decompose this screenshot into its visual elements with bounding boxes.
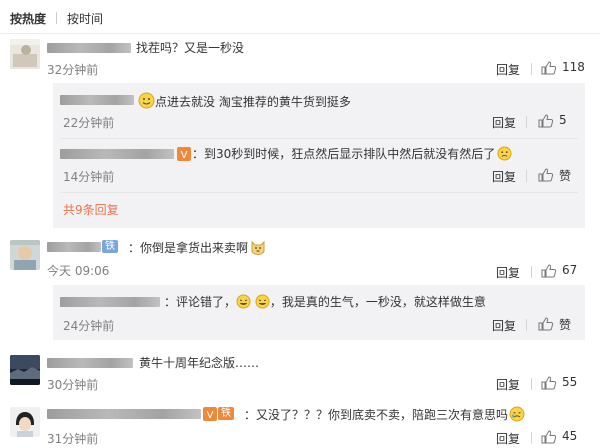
thumbs-up-icon	[538, 168, 554, 182]
like-count: 67	[562, 263, 578, 277]
comment-text: ：你倒是拿货出来卖啊	[128, 239, 266, 256]
smile-emoji-icon	[138, 92, 155, 109]
frown-emoji-icon	[497, 146, 512, 161]
laughing-emoji-icon	[236, 294, 251, 309]
like-button[interactable]: 5	[538, 113, 578, 129]
action-divider	[531, 266, 532, 278]
sort-bar: 按热度 按时间	[0, 0, 600, 34]
header-divider	[0, 33, 600, 34]
reply-text: 点进去就没 淘宝推荐的黄牛货到挺多	[138, 92, 351, 110]
comment-time: 30分钟前	[47, 378, 99, 392]
comment-time: 今天 09:06	[47, 264, 110, 278]
like-button[interactable]: 赞	[538, 167, 578, 183]
action-divider	[531, 432, 532, 444]
username-blurred[interactable]	[60, 95, 134, 105]
reply-divider	[60, 192, 578, 193]
username-blurred[interactable]	[47, 358, 133, 368]
username-blurred[interactable]	[60, 149, 174, 159]
fan-badge: 铁粉	[218, 407, 234, 432]
like-count: 5	[559, 113, 567, 127]
like-label: 赞	[559, 318, 572, 332]
avatar-image-icon	[10, 240, 40, 270]
comment-time: 31分钟前	[47, 432, 99, 446]
thumbs-up-icon	[541, 61, 557, 75]
comment-text: 黄牛十周年纪念版……	[139, 356, 260, 370]
fan-badge: 铁粉	[102, 240, 118, 265]
laughing-emoji-icon	[255, 294, 270, 309]
reply-time: 14分钟前	[63, 170, 115, 184]
thumbs-up-icon	[538, 114, 554, 128]
reply-text: ：评论错了， ，我是真的生气，一秒没，就这样做生意	[164, 294, 486, 309]
action-divider	[526, 170, 527, 182]
comment-text: 找茬吗？又是一秒没	[136, 41, 245, 55]
thumbs-up-icon	[538, 317, 554, 331]
crying-emoji-icon	[509, 406, 525, 422]
username-blurred[interactable]	[47, 43, 131, 53]
sort-divider	[56, 12, 57, 24]
username-blurred[interactable]	[47, 409, 201, 419]
reply-button[interactable]: 回复	[492, 168, 516, 185]
avatar[interactable]	[10, 407, 40, 437]
sort-by-time-tab[interactable]: 按时间	[67, 10, 103, 27]
reply-time: 22分钟前	[63, 116, 115, 130]
avatar-image-icon	[10, 407, 40, 437]
like-button[interactable]: 118	[541, 60, 586, 76]
thumbs-up-icon	[541, 264, 557, 278]
reply-button[interactable]: 回复	[492, 114, 516, 131]
like-count: 45	[562, 429, 578, 443]
member-badge-icon: V	[203, 407, 217, 424]
reply-button[interactable]: 回复	[496, 376, 520, 393]
reply-button[interactable]: 回复	[496, 264, 520, 281]
svg-text:V: V	[181, 150, 188, 161]
reply-divider	[60, 138, 578, 139]
like-button[interactable]: 55	[541, 375, 586, 391]
like-label: 赞	[559, 169, 572, 183]
reply-button[interactable]: 回复	[496, 430, 520, 447]
comment-time: 32分钟前	[47, 63, 99, 77]
avatar-image-icon	[10, 355, 40, 385]
avatar-image-icon	[10, 39, 40, 69]
reply-button[interactable]: 回复	[492, 317, 516, 334]
cat-emoji-icon	[251, 240, 265, 255]
thumbs-up-icon	[541, 430, 557, 444]
like-button[interactable]: 45	[541, 429, 586, 445]
like-count: 55	[562, 375, 578, 389]
member-badge-icon: V	[177, 147, 191, 164]
like-count: 118	[562, 60, 585, 74]
avatar[interactable]	[10, 39, 40, 69]
username-blurred[interactable]	[60, 297, 160, 307]
reply-time: 24分钟前	[63, 319, 115, 333]
svg-text:V: V	[207, 410, 214, 421]
thumbs-up-icon	[541, 376, 557, 390]
more-replies-link[interactable]: 共9条回复	[63, 201, 119, 218]
action-divider	[526, 319, 527, 331]
avatar[interactable]	[10, 355, 40, 385]
action-divider	[531, 63, 532, 75]
comment-text: ：又没了？？？你到底卖不卖，陪跑三次有意思吗	[244, 406, 525, 423]
avatar[interactable]	[10, 240, 40, 270]
like-button[interactable]: 赞	[538, 316, 578, 332]
reply-text: ：到30秒到时候，狂点然后显示排队中然后就没有然后了	[192, 146, 512, 162]
like-button[interactable]: 67	[541, 263, 586, 279]
username-blurred[interactable]	[47, 242, 101, 252]
action-divider	[526, 116, 527, 128]
reply-button[interactable]: 回复	[496, 61, 520, 78]
action-divider	[531, 378, 532, 390]
sort-by-hot-tab[interactable]: 按热度	[10, 10, 46, 27]
